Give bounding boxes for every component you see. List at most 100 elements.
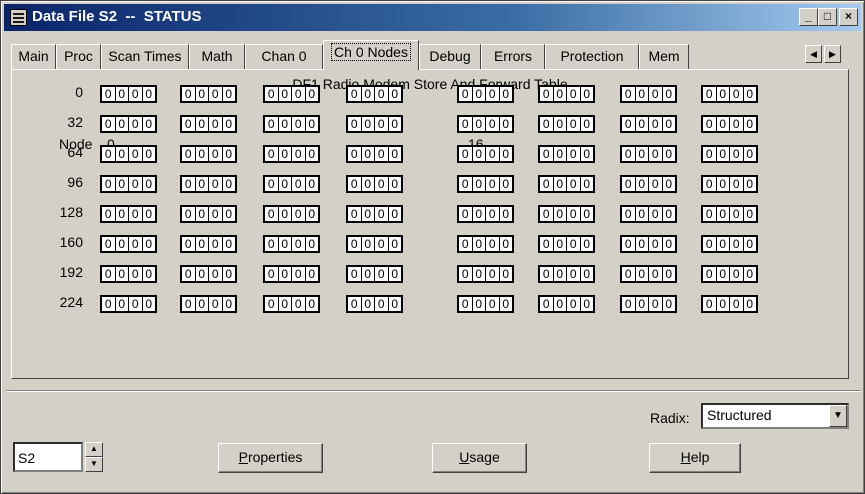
bit-cell[interactable]: 0: [730, 207, 744, 221]
bit-cell[interactable]: 0: [348, 87, 362, 101]
tab-protection[interactable]: Protection: [545, 44, 639, 69]
bit-cell[interactable]: 0: [486, 297, 500, 311]
bit-cell[interactable]: 0: [129, 87, 143, 101]
bit-cell[interactable]: 0: [473, 207, 486, 221]
bit-cell[interactable]: 0: [292, 267, 306, 281]
bit-cell[interactable]: 0: [744, 147, 757, 161]
bit-cell[interactable]: 0: [567, 87, 581, 101]
bit-cell[interactable]: 0: [348, 267, 362, 281]
bit-cell[interactable]: 0: [500, 117, 513, 131]
bit-cell[interactable]: 0: [703, 267, 717, 281]
bit-cell[interactable]: 0: [636, 297, 649, 311]
bit-cell[interactable]: 0: [182, 267, 196, 281]
bit-cell[interactable]: 0: [649, 177, 663, 191]
bit-cell[interactable]: 0: [362, 297, 375, 311]
tab-scroll-left-icon[interactable]: ◀: [805, 45, 822, 63]
bit-cell[interactable]: 0: [581, 147, 594, 161]
bit-cell[interactable]: 0: [622, 237, 636, 251]
bit-cell[interactable]: 0: [500, 87, 513, 101]
bit-cell[interactable]: 0: [209, 267, 223, 281]
bit-cell[interactable]: 0: [116, 147, 129, 161]
bit-cell[interactable]: 0: [279, 207, 292, 221]
file-input[interactable]: S2: [13, 442, 83, 472]
bit-cell[interactable]: 0: [663, 177, 676, 191]
bit-cell[interactable]: 0: [129, 177, 143, 191]
bit-cell[interactable]: 0: [622, 147, 636, 161]
bit-cell[interactable]: 0: [389, 117, 402, 131]
bit-cell[interactable]: 0: [730, 267, 744, 281]
bit-cell[interactable]: 0: [116, 207, 129, 221]
bit-cell[interactable]: 0: [209, 297, 223, 311]
bit-cell[interactable]: 0: [486, 87, 500, 101]
bit-cell[interactable]: 0: [554, 87, 567, 101]
bit-cell[interactable]: 0: [636, 237, 649, 251]
bit-cell[interactable]: 0: [717, 87, 730, 101]
bit-cell[interactable]: 0: [348, 177, 362, 191]
bit-cell[interactable]: 0: [196, 207, 209, 221]
bit-cell[interactable]: 0: [500, 177, 513, 191]
bit-cell[interactable]: 0: [581, 117, 594, 131]
bit-cell[interactable]: 0: [375, 87, 389, 101]
bit-cell[interactable]: 0: [622, 87, 636, 101]
bit-cell[interactable]: 0: [703, 117, 717, 131]
bit-cell[interactable]: 0: [182, 207, 196, 221]
bit-cell[interactable]: 0: [279, 177, 292, 191]
bit-cell[interactable]: 0: [540, 207, 554, 221]
bit-cell[interactable]: 0: [265, 237, 279, 251]
tab-proc[interactable]: Proc: [56, 44, 101, 69]
bit-cell[interactable]: 0: [265, 87, 279, 101]
bit-cell[interactable]: 0: [196, 177, 209, 191]
bit-cell[interactable]: 0: [129, 297, 143, 311]
bit-cell[interactable]: 0: [143, 87, 156, 101]
bit-cell[interactable]: 0: [292, 177, 306, 191]
bit-cell[interactable]: 0: [182, 297, 196, 311]
close-button[interactable]: ×: [839, 8, 858, 26]
bit-cell[interactable]: 0: [223, 87, 236, 101]
bit-cell[interactable]: 0: [581, 297, 594, 311]
bit-cell[interactable]: 0: [223, 237, 236, 251]
bit-cell[interactable]: 0: [744, 237, 757, 251]
bit-cell[interactable]: 0: [306, 297, 319, 311]
bit-cell[interactable]: 0: [102, 177, 116, 191]
bit-cell[interactable]: 0: [196, 87, 209, 101]
bit-cell[interactable]: 0: [348, 117, 362, 131]
bit-cell[interactable]: 0: [265, 117, 279, 131]
bit-cell[interactable]: 0: [306, 117, 319, 131]
bit-cell[interactable]: 0: [500, 147, 513, 161]
bit-cell[interactable]: 0: [389, 87, 402, 101]
bit-cell[interactable]: 0: [362, 177, 375, 191]
bit-cell[interactable]: 0: [636, 267, 649, 281]
bit-cell[interactable]: 0: [362, 147, 375, 161]
bit-cell[interactable]: 0: [292, 237, 306, 251]
bit-cell[interactable]: 0: [486, 177, 500, 191]
bit-cell[interactable]: 0: [486, 117, 500, 131]
help-button[interactable]: Help: [649, 443, 741, 473]
bit-cell[interactable]: 0: [730, 87, 744, 101]
bit-cell[interactable]: 0: [581, 267, 594, 281]
bit-cell[interactable]: 0: [116, 237, 129, 251]
bit-cell[interactable]: 0: [649, 87, 663, 101]
bit-cell[interactable]: 0: [663, 87, 676, 101]
bit-cell[interactable]: 0: [567, 297, 581, 311]
bit-cell[interactable]: 0: [279, 147, 292, 161]
tab-debug[interactable]: Debug: [419, 44, 481, 69]
bit-cell[interactable]: 0: [143, 207, 156, 221]
bit-cell[interactable]: 0: [196, 297, 209, 311]
bit-cell[interactable]: 0: [486, 147, 500, 161]
bit-cell[interactable]: 0: [567, 207, 581, 221]
bit-cell[interactable]: 0: [116, 177, 129, 191]
bit-cell[interactable]: 0: [292, 297, 306, 311]
bit-cell[interactable]: 0: [744, 117, 757, 131]
bit-cell[interactable]: 0: [730, 297, 744, 311]
bit-cell[interactable]: 0: [636, 87, 649, 101]
bit-cell[interactable]: 0: [375, 147, 389, 161]
bit-cell[interactable]: 0: [102, 237, 116, 251]
bit-cell[interactable]: 0: [102, 297, 116, 311]
bit-cell[interactable]: 0: [389, 267, 402, 281]
tab-scan-times[interactable]: Scan Times: [101, 44, 189, 69]
bit-cell[interactable]: 0: [116, 87, 129, 101]
bit-cell[interactable]: 0: [102, 207, 116, 221]
properties-button[interactable]: Properties: [218, 443, 323, 473]
bit-cell[interactable]: 0: [622, 297, 636, 311]
bit-cell[interactable]: 0: [459, 207, 473, 221]
